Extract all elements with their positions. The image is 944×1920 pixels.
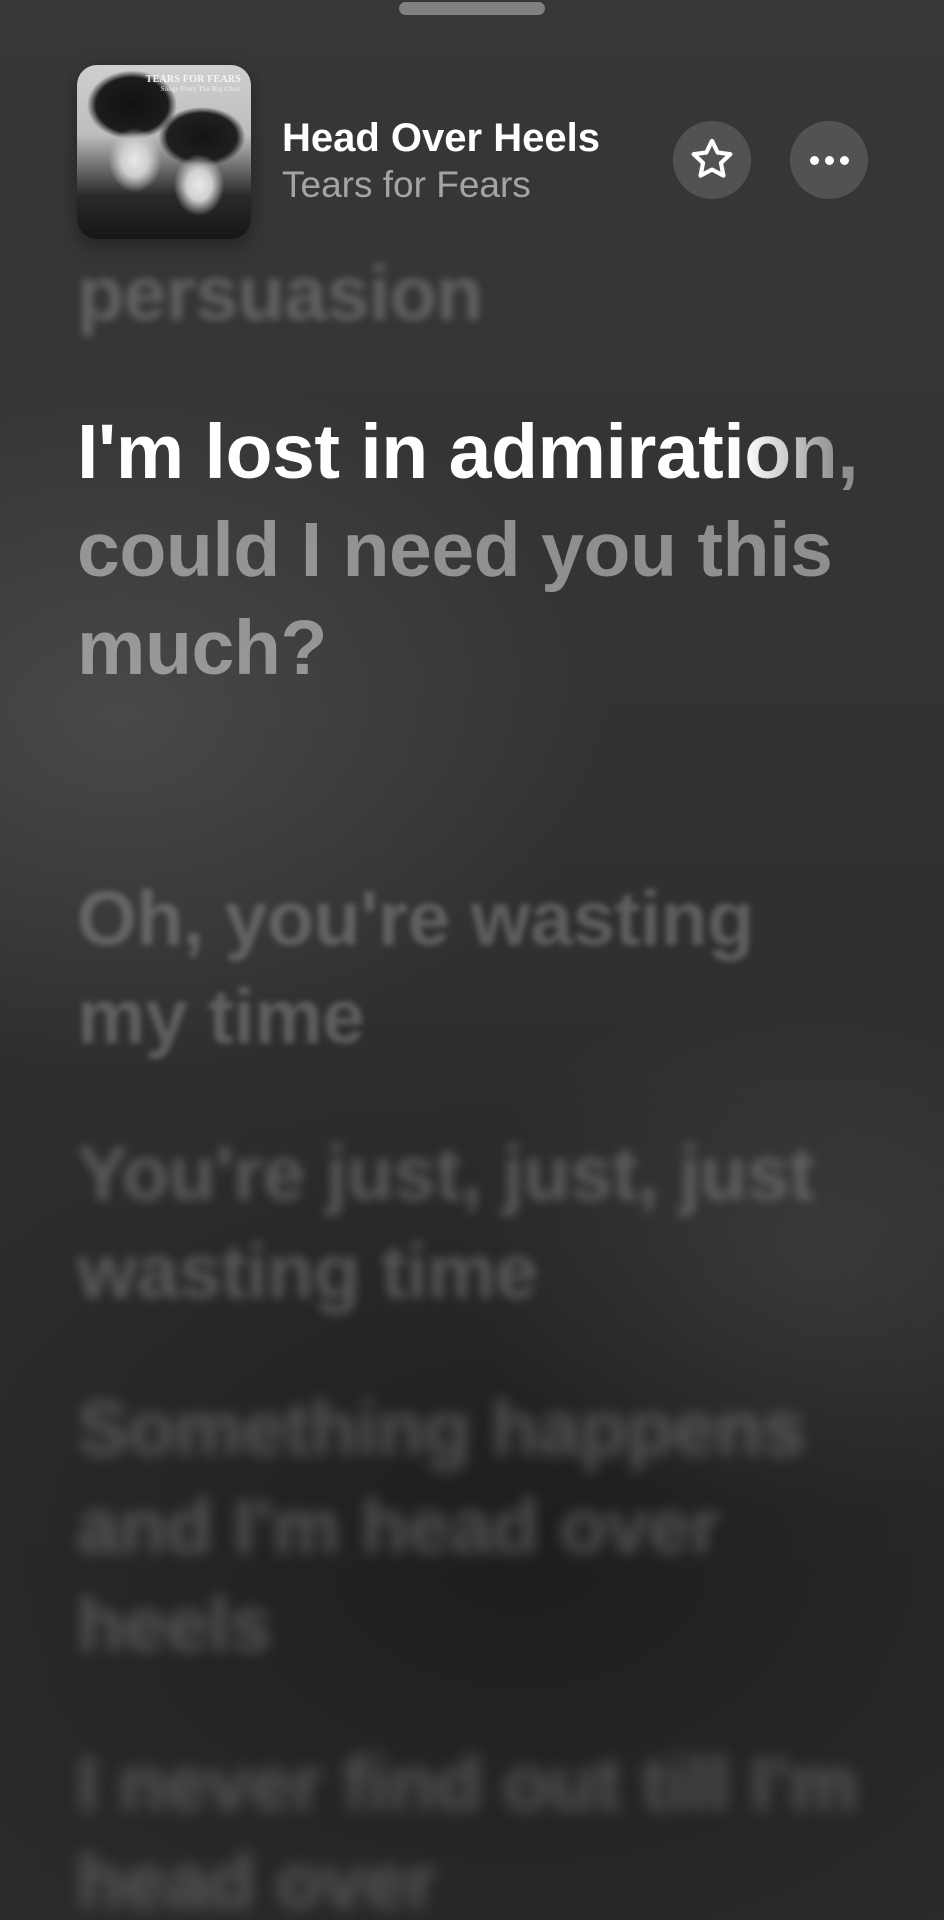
favorite-button[interactable] (673, 121, 751, 199)
lyrics-screen: TEARS FOR FEARS Songs From The Big Chair… (0, 0, 944, 1920)
ellipsis-icon (809, 155, 849, 165)
track-artist[interactable]: Tears for Fears (282, 163, 531, 207)
lyric-line-next-3[interactable]: Something happens and I'm head over heel… (77, 1380, 867, 1674)
lyric-current-transition: on (744, 409, 838, 495)
album-artwork-band: TEARS FOR FEARS (145, 74, 241, 85)
lyric-line-previous[interactable]: persuasion (77, 245, 867, 343)
lyric-line-next-4[interactable]: I never find out till I'm head over (77, 1735, 867, 1920)
star-outline-icon (691, 138, 733, 178)
track-title[interactable]: Head Over Heels (282, 114, 600, 162)
album-artwork-title: Songs From The Big Chair (160, 84, 241, 93)
sheet-grabber[interactable] (399, 2, 545, 15)
more-options-button[interactable] (790, 121, 868, 199)
lyric-line-current[interactable]: I'm lost in admiration, could I need you… (77, 403, 877, 697)
lyric-current-sung: I'm lost in admirati (77, 409, 745, 495)
lyric-line-next-1[interactable]: Oh, you're wasting my time (77, 870, 867, 1066)
album-artwork[interactable]: TEARS FOR FEARS Songs From The Big Chair (77, 65, 251, 239)
lyric-line-next-2[interactable]: You're just, just, just wasting time (77, 1125, 867, 1321)
album-artwork-caption: TEARS FOR FEARS Songs From The Big Chair (145, 74, 241, 93)
